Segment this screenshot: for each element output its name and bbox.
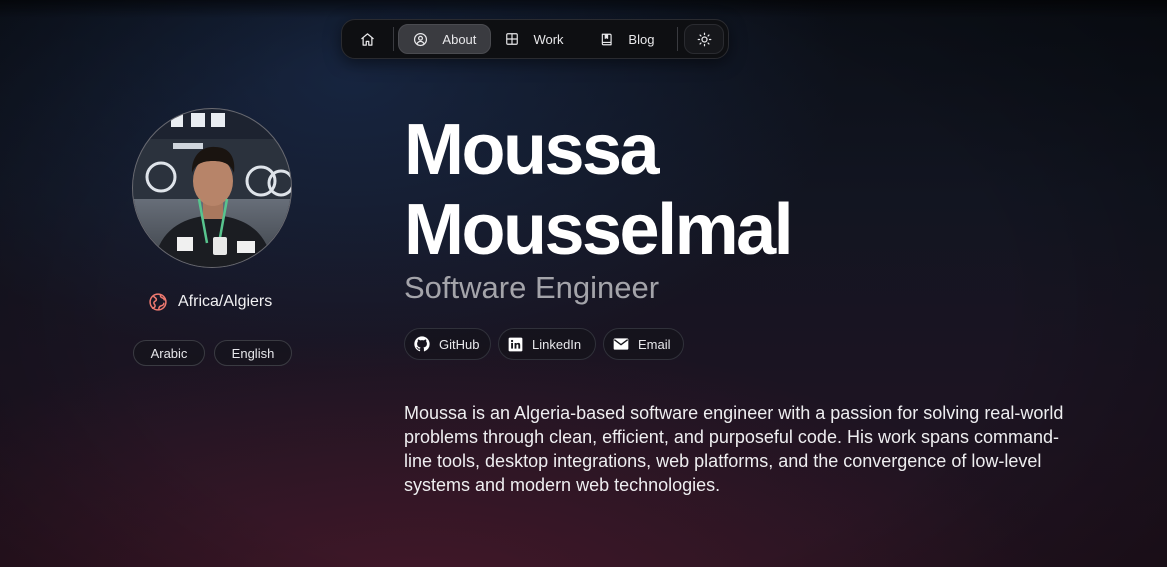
- github-link[interactable]: GitHub: [404, 328, 491, 360]
- job-title: Software Engineer: [404, 270, 660, 305]
- nav-divider: [677, 27, 679, 51]
- email-link[interactable]: Email: [603, 328, 684, 360]
- page-title: Moussa Mousselmal: [404, 110, 794, 270]
- language-tag: English: [214, 340, 292, 366]
- github-label: GitHub: [439, 336, 480, 352]
- linkedin-link[interactable]: LinkedIn: [498, 328, 596, 360]
- languages: Arabic English: [133, 340, 292, 366]
- nav-work-label: Work: [533, 31, 564, 47]
- user-circle-icon: [414, 32, 428, 46]
- social-links: GitHub LinkedIn Email: [404, 328, 684, 360]
- first-name: Moussa: [404, 110, 660, 190]
- avatar-photo: [133, 109, 291, 267]
- globe-icon: [149, 293, 167, 311]
- linkedin-label: LinkedIn: [532, 336, 582, 352]
- mail-icon: [613, 338, 629, 350]
- nav-home-button[interactable]: [346, 24, 389, 54]
- last-name: Mousselmal: [404, 190, 794, 270]
- location: Africa/Algiers: [148, 292, 272, 312]
- nav-blog-label: Blog: [628, 31, 655, 47]
- location-text: Africa/Algiers: [178, 293, 273, 310]
- nav-work-button[interactable]: Work: [491, 24, 584, 54]
- avatar: [132, 108, 292, 268]
- home-icon: [361, 32, 374, 46]
- theme-toggle-button[interactable]: [684, 24, 724, 54]
- github-icon: [414, 336, 430, 352]
- top-navigation: About Work Blog: [341, 19, 729, 59]
- linkedin-icon: [508, 337, 523, 351]
- language-tag: Arabic: [133, 340, 205, 366]
- email-label: Email: [638, 336, 671, 352]
- nav-blog-button[interactable]: Blog: [584, 24, 673, 54]
- nav-about-button[interactable]: About: [398, 24, 492, 54]
- book-icon: [602, 33, 613, 45]
- top-shadow: [0, 0, 1167, 18]
- bio-text: Moussa is an Algeria-based software engi…: [404, 403, 1064, 495]
- nav-divider: [393, 27, 395, 51]
- sun-icon: [697, 32, 712, 46]
- grid-icon: [506, 33, 519, 45]
- nav-about-label: About: [442, 31, 477, 47]
